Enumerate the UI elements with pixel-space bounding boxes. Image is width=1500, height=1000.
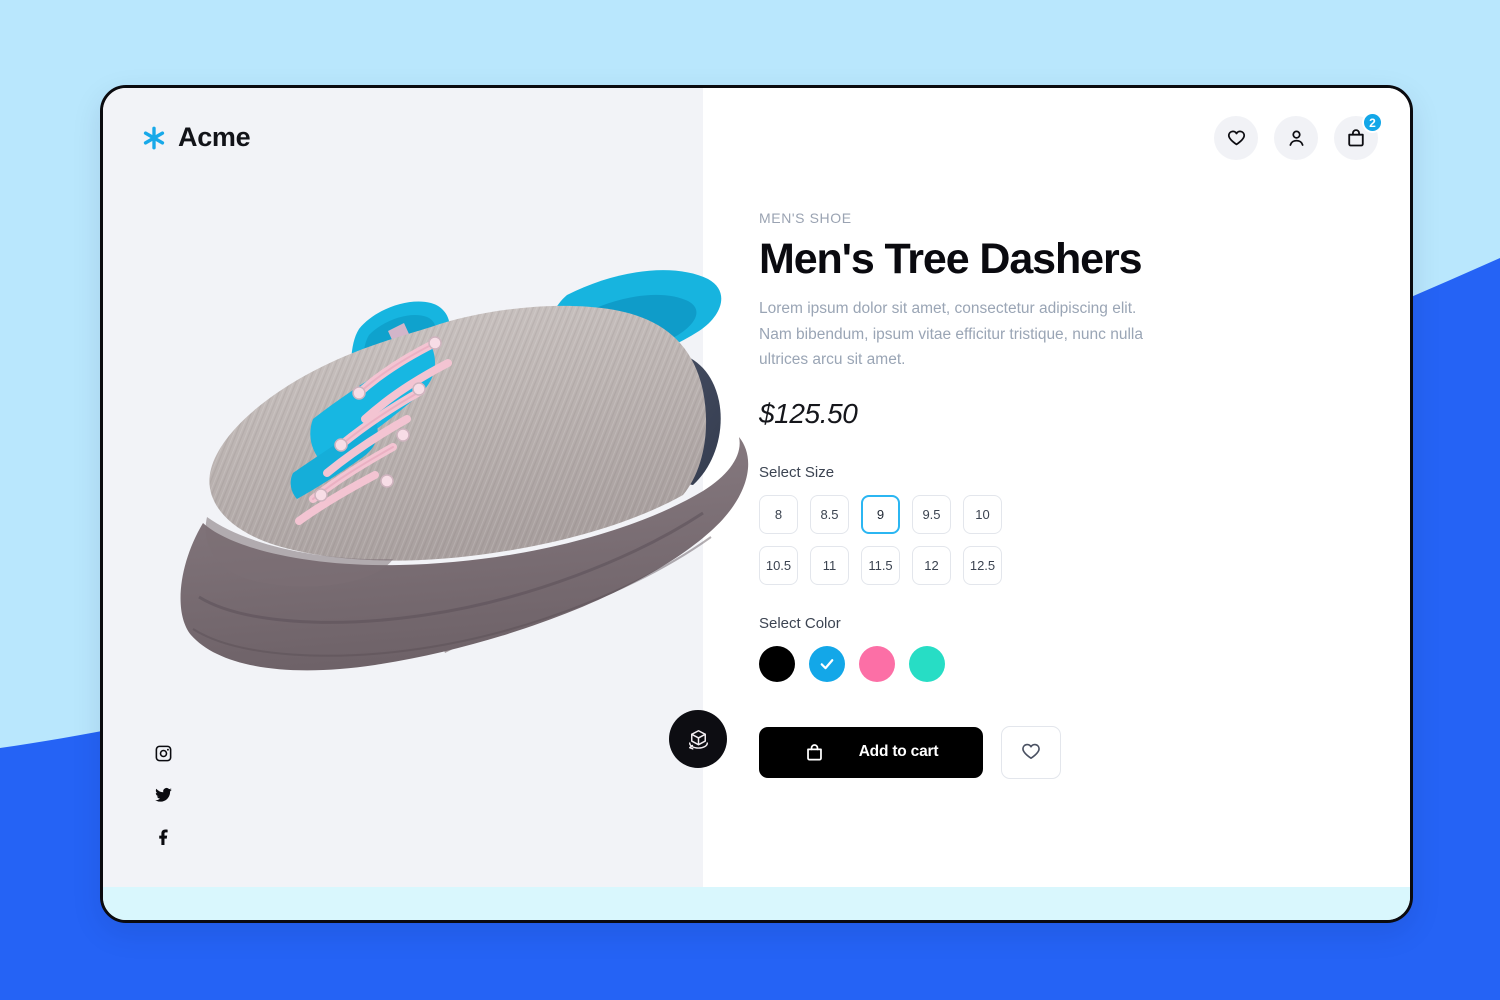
add-to-cart-button[interactable]: Add to cart <box>759 726 983 778</box>
page-title: Men's Tree Dashers <box>759 235 1143 283</box>
size-selector: 8 8.5 9 9.5 10 10.5 11 11.5 12 12.5 <box>759 494 1279 585</box>
user-icon <box>1289 130 1303 146</box>
color-option-teal[interactable] <box>909 645 945 682</box>
size-option-9-5[interactable]: 9.5 <box>912 494 951 534</box>
header-account-button[interactable] <box>1274 116 1318 160</box>
product-description: Lorem ipsum dolor sit amet, consectetur … <box>759 300 1143 368</box>
social-link-twitter[interactable] <box>153 784 173 804</box>
size-selector-label: Select Size <box>759 463 835 481</box>
brand-name: Acme <box>178 122 251 152</box>
product-category-label: MEN'S SHOE <box>759 210 852 226</box>
brand-logo[interactable]: Acme <box>141 122 251 153</box>
facebook-icon <box>158 828 168 845</box>
product-card: Acme 2 MEN'S SHOE Men's Tree Dashers Lor… <box>100 85 1413 923</box>
color-option-black[interactable] <box>759 645 795 682</box>
header-wishlist-button[interactable] <box>1214 116 1258 160</box>
heart-icon <box>1022 744 1040 760</box>
card-footer-strip <box>103 887 1410 920</box>
color-option-blue[interactable] <box>809 645 845 682</box>
color-option-pink[interactable] <box>859 645 895 682</box>
shopping-bag-icon <box>806 743 822 761</box>
instagram-icon <box>155 745 171 761</box>
sneaker-illustration <box>180 270 749 671</box>
social-link-instagram[interactable] <box>153 743 173 763</box>
social-link-facebook[interactable] <box>153 825 173 845</box>
product-price: $125.50 <box>759 397 858 429</box>
size-option-12-5[interactable]: 12.5 <box>963 545 1002 585</box>
add-to-cart-label: Add to cart <box>858 743 939 761</box>
wishlist-button[interactable] <box>1001 725 1061 779</box>
heart-icon <box>1227 130 1245 145</box>
cube-rotate-icon <box>688 729 708 750</box>
social-links <box>153 743 173 845</box>
action-row: Add to cart <box>759 725 1279 779</box>
size-option-10-5[interactable]: 10.5 <box>759 545 798 585</box>
color-selector-label: Select Color <box>759 614 841 632</box>
check-icon <box>820 658 834 670</box>
header-actions: 2 <box>1214 112 1383 160</box>
size-option-8[interactable]: 8 <box>759 494 798 534</box>
size-option-12[interactable]: 12 <box>912 545 951 585</box>
size-option-11[interactable]: 11 <box>810 545 849 585</box>
product-details: MEN'S SHOE Men's Tree Dashers Lorem ipsu… <box>759 210 1279 779</box>
size-option-8-5[interactable]: 8.5 <box>810 494 849 534</box>
color-selector <box>759 645 1279 682</box>
card-inner: Acme 2 MEN'S SHOE Men's Tree Dashers Lor… <box>103 88 1410 920</box>
view-3d-button[interactable] <box>669 710 727 768</box>
asterisk-icon <box>143 126 165 149</box>
size-option-9[interactable]: 9 <box>861 494 900 534</box>
size-option-11-5[interactable]: 11.5 <box>861 545 900 585</box>
size-option-10[interactable]: 10 <box>963 494 1002 534</box>
shopping-bag-icon <box>1348 129 1364 147</box>
twitter-icon <box>154 787 172 802</box>
product-image <box>163 223 863 783</box>
header-cart-button[interactable]: 2 <box>1334 112 1383 160</box>
cart-count-badge: 2 <box>1362 112 1383 133</box>
